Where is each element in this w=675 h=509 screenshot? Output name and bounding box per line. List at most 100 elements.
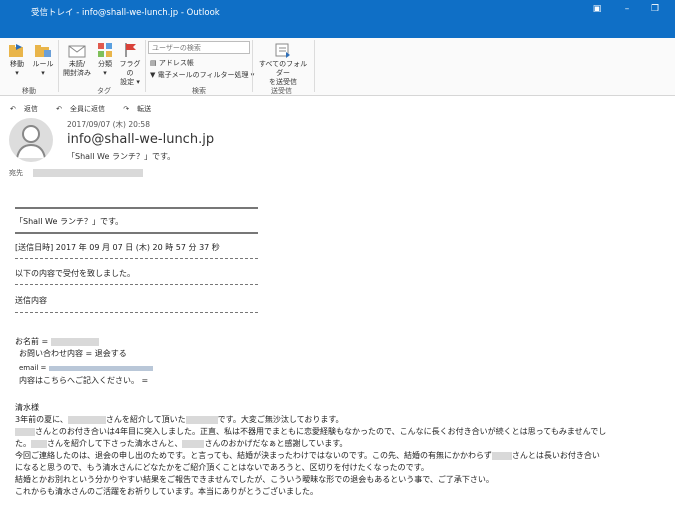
- minimize-icon[interactable]: –: [620, 4, 634, 14]
- flag-label-1: フラグの: [119, 60, 141, 77]
- person-icon: [16, 125, 46, 159]
- send-receive-icon: [275, 43, 290, 58]
- forward-button[interactable]: ↷ 転送: [123, 105, 159, 113]
- body-subject: 「Shall We ランチ？」です。: [15, 217, 124, 226]
- redacted: [31, 439, 47, 448]
- move-label: 移動: [10, 60, 24, 68]
- filter-email-label: 電子メールのフィルター処理: [157, 71, 249, 79]
- unread-label-1: 未読/: [68, 60, 86, 68]
- group-label-move: 移動: [22, 87, 36, 95]
- divider: [15, 232, 258, 234]
- name-label: お名前 =: [15, 337, 49, 346]
- move-icon: [9, 44, 23, 57]
- message-actions: ↶ 返信 ↶ 全員に返信 ↷ 転送: [10, 104, 167, 114]
- rules-icon: [35, 45, 51, 57]
- reply-icon: ↶: [10, 105, 16, 113]
- unread-label-2: 開封済み: [63, 69, 91, 77]
- reply-all-label: 全員に返信: [69, 105, 105, 113]
- paragraph-3-line-2: になると思うので、もう清水さんにどなたかをご紹介頂くことはないであろうと、区切り…: [15, 463, 429, 472]
- email-redacted: [48, 365, 153, 371]
- reply-all-button[interactable]: ↶ 全員に返信: [56, 105, 113, 113]
- outlook-window: { "window": { "title": "受信トレイ - info@sha…: [0, 0, 675, 509]
- to-row: 宛先: [9, 168, 144, 178]
- p1-text-a: 3年前の夏に、: [15, 415, 68, 424]
- paragraph-5: これからも清水さんのご活躍をお祈りしています。本当にありがとうございました。: [15, 487, 318, 496]
- ribbon: 移動 ▾ ルール ▾ 未読/ 開封済み 分類 ▾ フラグの 設定 ▾ ユーザーの検索 …: [0, 38, 675, 96]
- body-sent-datetime: [送信日時] 2017 年 09 月 07 日 (木) 20 時 57 分 37…: [15, 243, 220, 252]
- p3-text-b: さんとは長いお付き合い: [511, 451, 600, 460]
- user-search-input[interactable]: ユーザーの検索: [148, 41, 250, 54]
- ribbon-separator: [252, 40, 253, 92]
- p1-text-b: さんを紹介して頂いた: [105, 415, 186, 424]
- forward-label: 転送: [137, 105, 152, 113]
- filter-icon: ▼: [150, 71, 156, 79]
- restore-icon[interactable]: ❐: [648, 4, 662, 14]
- p2-text-c: さんを紹介して下さった清水さんと、: [47, 439, 183, 448]
- ribbon-display-options-icon[interactable]: ▣: [590, 4, 604, 14]
- send-receive-label-2: を送受信: [269, 78, 297, 86]
- paragraph-2-line-2: た。 さんを紹介して下さった清水さんと、 さんのおかげだなぁと感謝しています。: [15, 438, 347, 449]
- reply-all-icon: ↶: [56, 105, 62, 113]
- flag-label-2: 設定: [120, 78, 135, 86]
- p1-text-c: です。大変ご無沙汰しております。: [217, 415, 344, 424]
- address-book-label: アドレス帳: [158, 59, 194, 67]
- reply-label: 返信: [23, 105, 38, 113]
- divider: [15, 258, 258, 259]
- flag-icon: [125, 43, 136, 57]
- body-send-contents: 送信内容: [15, 296, 47, 305]
- paragraph-1: 3年前の夏に、 さんを紹介して頂いた です。大変ご無沙汰しております。: [15, 414, 344, 425]
- divider: [15, 207, 258, 209]
- avatar: [9, 118, 53, 162]
- ribbon-separator: [314, 40, 315, 92]
- details-row: 内容はこちらへご記入ください。 =: [19, 376, 149, 385]
- redacted: [182, 439, 205, 448]
- group-label-find: 検索: [192, 87, 206, 95]
- paragraph-4: 結婚とかお別れという分かりやすい結果をご報告できませんでしたが、こういう曖昧な形…: [15, 475, 494, 484]
- p2-text-d: さんのおかげだなぁと感謝しています。: [204, 439, 348, 448]
- redacted: [15, 427, 35, 436]
- p2-text-b: た。: [15, 439, 31, 448]
- paragraph-3-line-1: 今回ご連絡したのは、退会の申し出のためです。と言っても、結婚が決まったわけではな…: [15, 450, 600, 461]
- reply-button[interactable]: ↶ 返信: [10, 105, 46, 113]
- categorize-button[interactable]: 分類 ▾: [95, 42, 115, 78]
- rules-button[interactable]: ルール ▾: [31, 42, 55, 78]
- redacted: [491, 451, 512, 460]
- ribbon-separator: [58, 40, 59, 92]
- recipient-redacted: [33, 169, 144, 177]
- body-accepted: 以下の内容で受付を致しました。: [15, 269, 135, 278]
- to-label: 宛先: [9, 169, 23, 177]
- paragraph-2-line-1: さんとのお付き合いは4年目に突入しました。正直、私は不器用でまともに恋愛経験もな…: [15, 426, 606, 437]
- name-redacted: [50, 337, 99, 346]
- window-title: 受信トレイ - info@shall-we-lunch.jp - Outlook: [31, 8, 220, 18]
- envelope-icon: [68, 45, 86, 58]
- address-book-button[interactable]: ▤ アドレス帳: [150, 58, 194, 68]
- divider: [15, 312, 258, 313]
- send-receive-label-1: すべてのフォルダー: [258, 60, 308, 77]
- title-bar: 受信トレイ - info@shall-we-lunch.jp - Outlook…: [0, 0, 675, 38]
- name-row: お名前 =: [15, 336, 99, 347]
- group-label-tags: タグ: [97, 87, 111, 95]
- flag-button[interactable]: フラグの 設定 ▾: [117, 42, 143, 87]
- categorize-label: 分類: [98, 60, 112, 68]
- p2-text-a: さんとのお付き合いは4年目に突入しました。正直、私は不器用でまともに恋愛経験もな…: [35, 427, 607, 436]
- sender-address[interactable]: info@shall-we-lunch.jp: [67, 132, 214, 147]
- send-receive-all-button[interactable]: すべてのフォルダー を送受信: [256, 42, 310, 87]
- p3-text-a: 今回ご連絡したのは、退会の申し出のためです。と言っても、結婚が決まったわけではな…: [15, 451, 492, 460]
- move-button[interactable]: 移動 ▾: [4, 42, 30, 78]
- divider: [15, 284, 258, 285]
- message-subject: 「Shall We ランチ？」です。: [67, 152, 176, 161]
- rules-label: ルール: [32, 60, 54, 68]
- inquiry-row: お問い合わせ内容 = 退会する: [19, 349, 127, 358]
- email-row: email =: [19, 363, 153, 374]
- categorize-icon: [98, 43, 112, 57]
- group-label-send-receive: 送受信: [271, 87, 292, 95]
- forward-icon: ↷: [123, 105, 130, 113]
- filter-email-button[interactable]: ▼ 電子メールのフィルター処理 ▾: [150, 70, 254, 80]
- salutation: 清水様: [15, 403, 39, 412]
- address-book-icon: ▤: [150, 59, 157, 67]
- ribbon-separator: [145, 40, 146, 92]
- unread-read-button[interactable]: 未読/ 開封済み: [61, 42, 93, 78]
- redacted: [67, 415, 106, 424]
- message-date: 2017/09/07 (木) 20:58: [67, 120, 150, 129]
- email-label: email =: [19, 364, 47, 372]
